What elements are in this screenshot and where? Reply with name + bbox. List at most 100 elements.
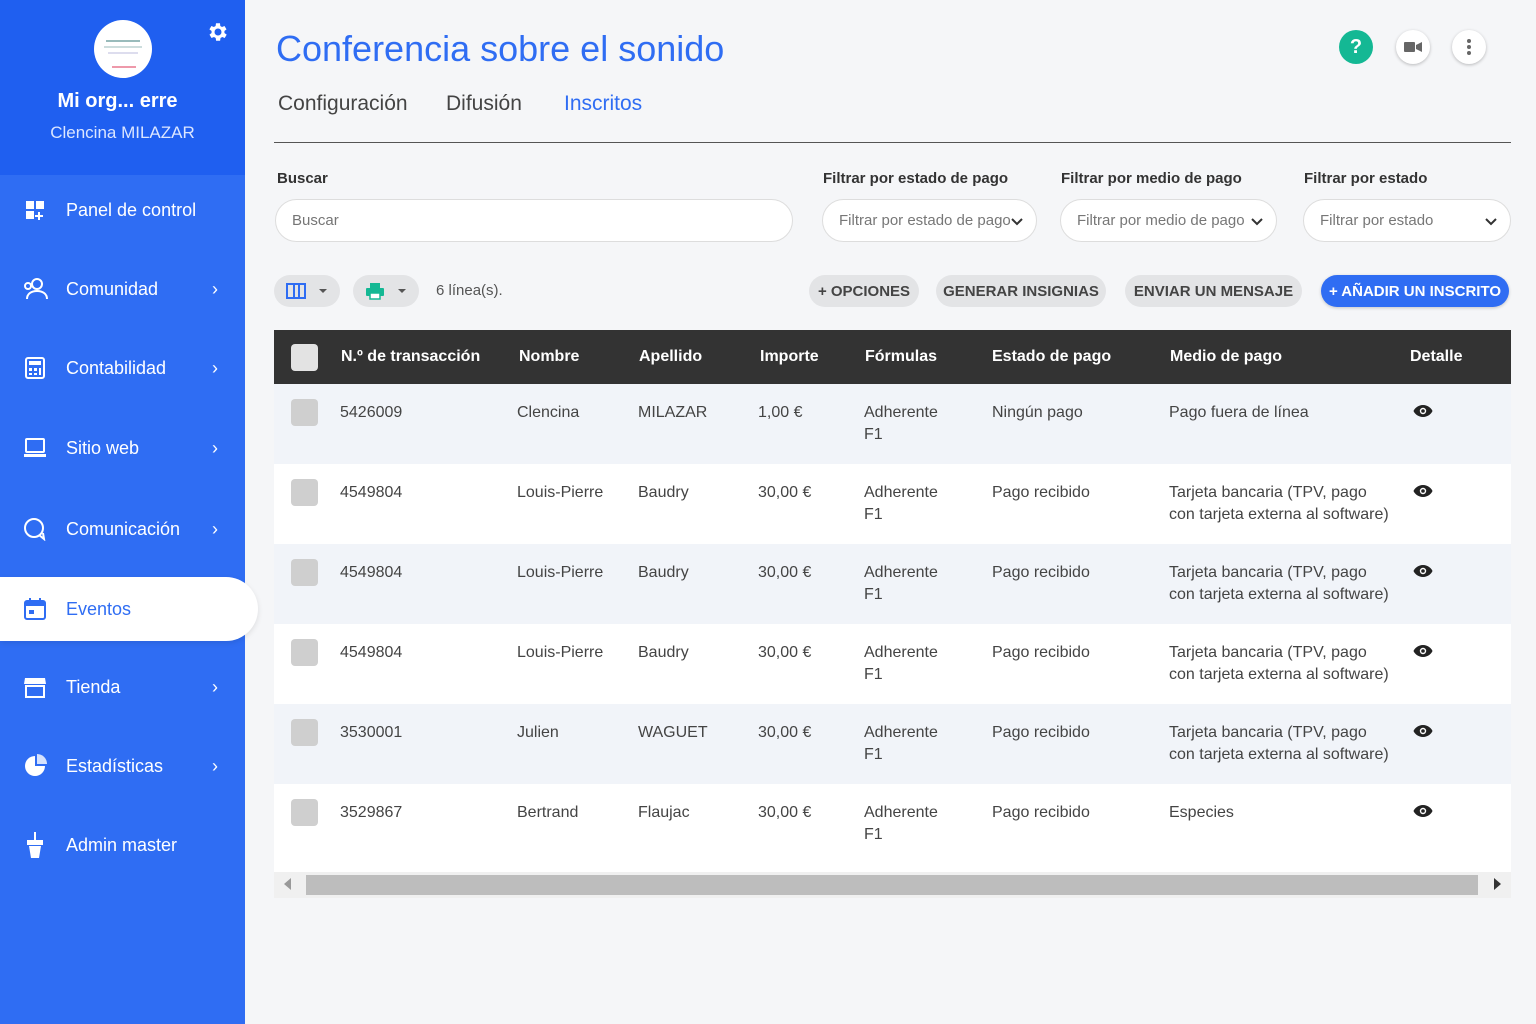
generate-badges-button[interactable]: GENERAR INSIGNIAS bbox=[936, 275, 1106, 307]
table-row[interactable]: 4549804 Louis-Pierre Baudry 30,00 € Adhe… bbox=[274, 544, 1511, 624]
select-all-checkbox[interactable] bbox=[291, 344, 318, 371]
cell-formula: Adherente F1 bbox=[864, 804, 938, 843]
columns-menu-button[interactable] bbox=[274, 275, 340, 307]
scroll-right-arrow-icon[interactable] bbox=[1494, 878, 1501, 890]
sidebar-item-label: Estadísticas bbox=[66, 755, 164, 776]
pay-method-select[interactable]: Filtrar por medio de pago bbox=[1060, 199, 1277, 242]
cell-payment-status: Pago recibido bbox=[992, 644, 1090, 661]
cell-last-name: Flaujac bbox=[638, 804, 690, 821]
sidebar-item-admin[interactable]: Admin master bbox=[0, 813, 245, 877]
cell-formula: Adherente F1 bbox=[864, 644, 938, 683]
cell-first-name: Louis-Pierre bbox=[517, 484, 604, 501]
table-row[interactable]: 5426009 Clencina MILAZAR 1,00 € Adherent… bbox=[274, 384, 1511, 464]
cell-payment-status: Pago recibido bbox=[992, 804, 1090, 821]
registrants-table: N.º de transacción Nombre Apellido Impor… bbox=[274, 330, 1511, 898]
more-vertical-icon[interactable] bbox=[1452, 30, 1486, 64]
stats-icon bbox=[22, 753, 48, 779]
cell-first-name: Bertrand bbox=[517, 804, 579, 821]
tab-inscritos[interactable]: Inscritos bbox=[564, 92, 642, 116]
store-icon bbox=[22, 674, 48, 700]
cell-payment-status: Ningún pago bbox=[992, 404, 1083, 421]
print-menu-button[interactable] bbox=[353, 275, 419, 307]
user-name: Clencina MILAZAR bbox=[50, 123, 195, 142]
caret-down-icon bbox=[398, 289, 406, 293]
tab-configuracion[interactable]: Configuración bbox=[278, 92, 408, 116]
eye-icon[interactable] bbox=[1413, 804, 1433, 818]
sidebar: Mi org... erre Clencina MILAZAR Panel de… bbox=[0, 0, 258, 1024]
help-button[interactable]: ? bbox=[1339, 30, 1373, 64]
eye-icon[interactable] bbox=[1413, 644, 1433, 658]
org-name: Mi org... erre bbox=[57, 90, 178, 112]
col-formulas[interactable]: Fórmulas bbox=[865, 348, 937, 366]
cell-amount: 30,00 € bbox=[758, 644, 812, 661]
col-payment-status[interactable]: Estado de pago bbox=[992, 348, 1111, 366]
sidebar-item-events[interactable]: Eventos bbox=[0, 577, 258, 641]
sidebar-item-dashboard[interactable]: Panel de control bbox=[0, 178, 245, 242]
table-row[interactable]: 3529867 Bertrand Flaujac 30,00 € Adheren… bbox=[274, 784, 1511, 864]
cell-payment-method: Tarjeta bancaria (TPV, pago con tarjeta e… bbox=[1169, 724, 1389, 763]
table-row[interactable]: 3530001 Julien WAGUET 30,00 € Adherente F… bbox=[274, 704, 1511, 784]
sidebar-item-communication[interactable]: Comunicación › bbox=[0, 497, 245, 561]
send-message-button[interactable]: ENVIAR UN MENSAJE bbox=[1125, 275, 1302, 307]
eye-icon[interactable] bbox=[1413, 484, 1433, 498]
options-button[interactable]: + OPCIONES bbox=[809, 275, 919, 307]
gear-icon[interactable] bbox=[206, 20, 230, 44]
eye-icon[interactable] bbox=[1413, 404, 1433, 418]
add-registrant-button[interactable]: + AÑADIR UN INSCRITO bbox=[1321, 275, 1509, 307]
sidebar-header: Mi org... erre Clencina MILAZAR bbox=[0, 0, 245, 175]
sidebar-item-community[interactable]: Comunidad › bbox=[0, 257, 245, 321]
chat-icon bbox=[22, 516, 48, 542]
row-checkbox[interactable] bbox=[291, 719, 318, 746]
eye-icon[interactable] bbox=[1413, 724, 1433, 738]
sidebar-item-label: Comunidad bbox=[66, 278, 159, 299]
row-checkbox[interactable] bbox=[291, 479, 318, 506]
pay-status-select[interactable]: Filtrar por estado de pago bbox=[822, 199, 1037, 242]
scrollbar-thumb[interactable] bbox=[306, 875, 1478, 895]
chevron-right-icon: › bbox=[212, 755, 218, 776]
eye-icon[interactable] bbox=[1413, 564, 1433, 578]
chevron-right-icon: › bbox=[212, 676, 218, 697]
search-input[interactable] bbox=[292, 212, 792, 229]
chevron-right-icon: › bbox=[212, 278, 218, 299]
cell-formula: Adherente F1 bbox=[864, 724, 938, 763]
col-first-name[interactable]: Nombre bbox=[519, 348, 579, 366]
status-select[interactable]: Filtrar por estado bbox=[1303, 199, 1511, 242]
horizontal-scrollbar[interactable] bbox=[274, 872, 1511, 898]
row-checkbox[interactable] bbox=[291, 639, 318, 666]
table-row[interactable]: 4549804 Louis-Pierre Baudry 30,00 € Adhe… bbox=[274, 624, 1511, 704]
video-camera-icon[interactable] bbox=[1396, 30, 1430, 64]
cell-last-name: WAGUET bbox=[638, 724, 708, 741]
row-checkbox[interactable] bbox=[291, 399, 318, 426]
col-amount[interactable]: Importe bbox=[760, 348, 819, 366]
cell-last-name: Baudry bbox=[638, 564, 689, 581]
sidebar-item-label: Sitio web bbox=[66, 437, 140, 458]
cell-payment-status: Pago recibido bbox=[992, 564, 1090, 581]
cell-payment-method: Especies bbox=[1169, 804, 1234, 821]
org-logo[interactable] bbox=[94, 20, 152, 78]
rows-count: 6 línea(s). bbox=[436, 282, 503, 299]
sidebar-item-label: Contabilidad bbox=[66, 357, 167, 378]
cell-formula: Adherente F1 bbox=[864, 564, 938, 603]
caret-down-icon bbox=[319, 289, 327, 293]
tab-difusion[interactable]: Difusión bbox=[446, 92, 522, 116]
table-row[interactable]: 4549804 Louis-Pierre Baudry 30,00 € Adhe… bbox=[274, 464, 1511, 544]
chevron-down-icon bbox=[1251, 218, 1263, 226]
sidebar-item-store[interactable]: Tienda › bbox=[0, 655, 245, 719]
sidebar-item-website[interactable]: Sitio web › bbox=[0, 416, 245, 480]
sidebar-item-stats[interactable]: Estadísticas › bbox=[0, 734, 245, 798]
cell-transaction: 4549804 bbox=[340, 644, 403, 661]
cell-transaction: 3530001 bbox=[340, 724, 403, 741]
cell-amount: 30,00 € bbox=[758, 724, 812, 741]
col-payment-method[interactable]: Medio de pago bbox=[1170, 348, 1282, 366]
tabs-divider bbox=[274, 142, 1511, 143]
row-checkbox[interactable] bbox=[291, 799, 318, 826]
col-transaction[interactable]: N.º de transacción bbox=[341, 348, 480, 366]
cell-first-name: Louis-Pierre bbox=[517, 564, 604, 581]
cell-last-name: Baudry bbox=[638, 644, 689, 661]
sidebar-item-accounting[interactable]: Contabilidad › bbox=[0, 336, 245, 400]
search-field[interactable] bbox=[275, 199, 793, 242]
chevron-right-icon: › bbox=[212, 357, 218, 378]
row-checkbox[interactable] bbox=[291, 559, 318, 586]
col-last-name[interactable]: Apellido bbox=[639, 348, 702, 366]
scroll-left-arrow-icon[interactable] bbox=[284, 878, 291, 890]
